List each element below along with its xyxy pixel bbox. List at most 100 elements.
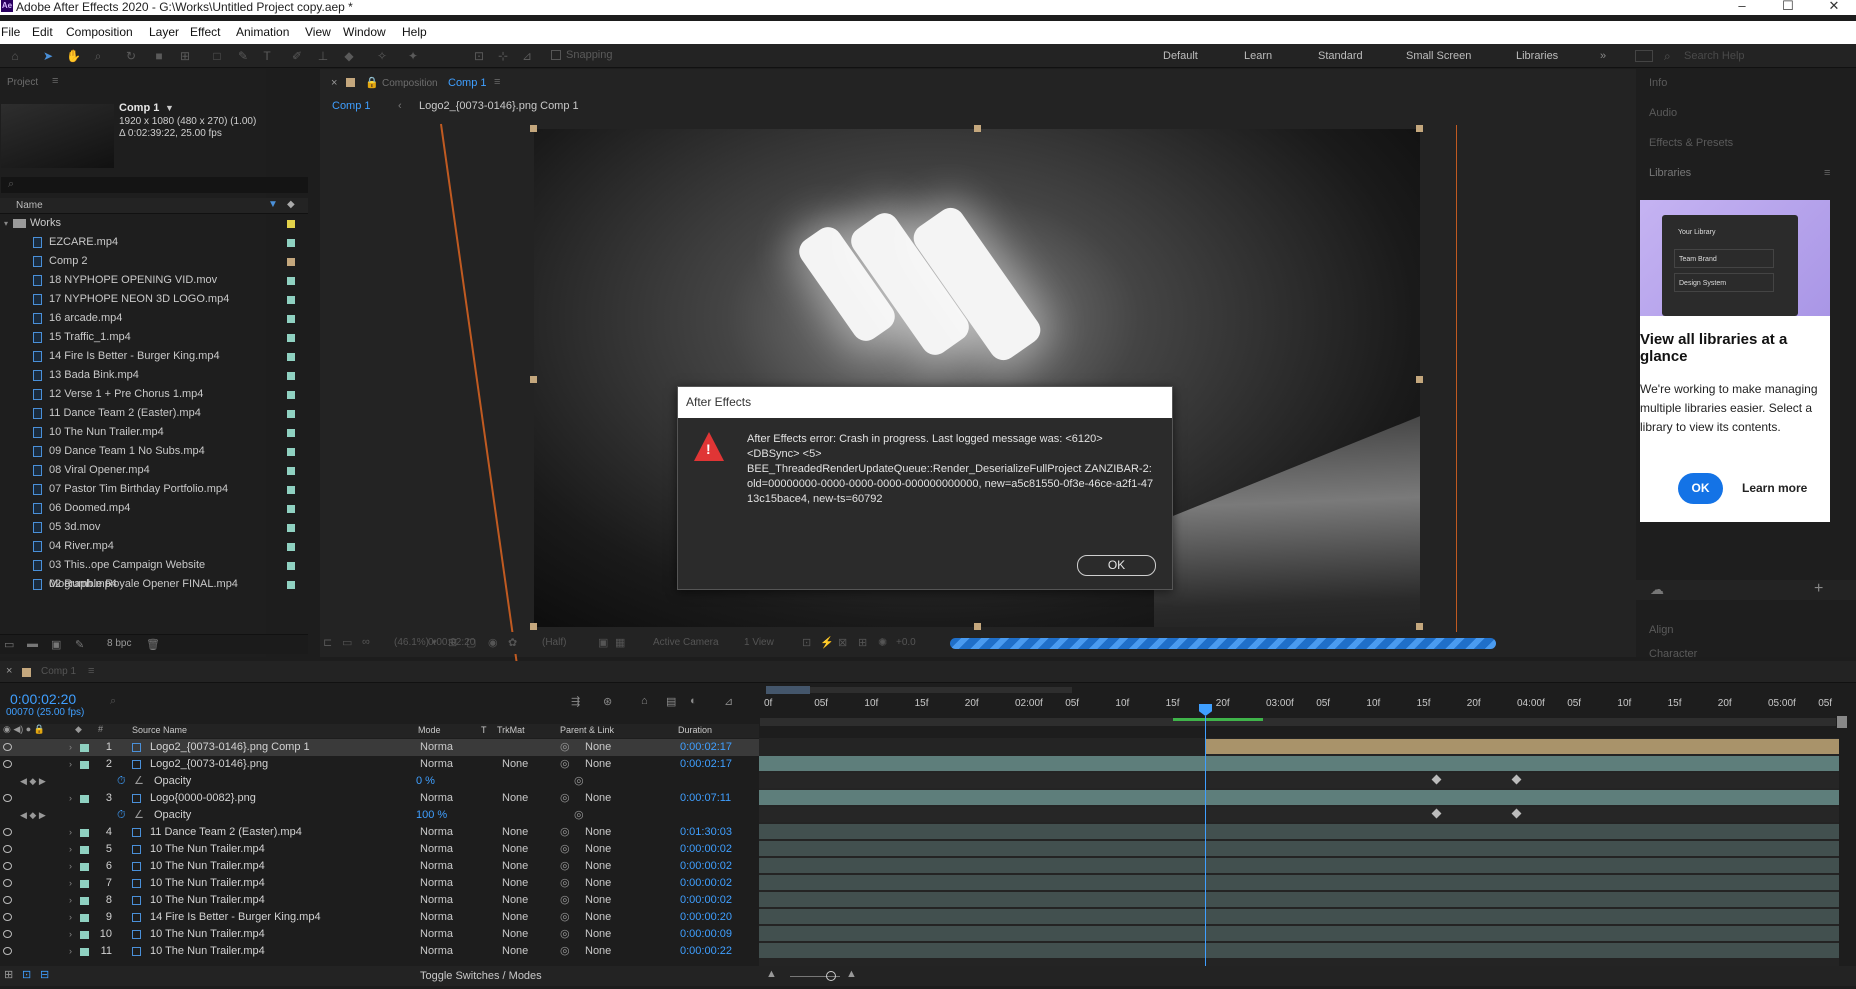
expression-pickwhip-icon[interactable]: ◎ [574,807,584,824]
panel-menu-icon[interactable]: ≡ [494,76,500,88]
parent-select[interactable]: None [585,841,611,858]
project-item[interactable]: 02 Rumble Royale Opener FINAL.mp4 [0,575,295,594]
dialog-ok-button[interactable]: OK [1077,555,1156,576]
time-ruler[interactable]: 0f 05f 10f 15f 20f 02:00f 05f 10f 15f 20f 03:00f 05… [760,683,1856,738]
composition-panel-name[interactable]: Comp 1 [448,77,487,89]
label-color-swatch[interactable] [287,562,295,570]
menu-animation[interactable]: Animation [236,25,289,39]
layer-row[interactable]: › 3 Logo{0000-0082}.png Norma None ◎ None 0:00:… [0,790,759,807]
graph-icon[interactable]: ∠ [134,773,144,790]
roto-brush-tool-icon[interactable]: ✧ [375,49,389,63]
layer-source-name[interactable]: 10 The Nun Trailer.mp4 [150,875,265,892]
mode-header[interactable]: Mode [418,725,441,735]
pickwhip-icon[interactable]: ◎ [560,824,570,841]
work-area-bar[interactable] [760,718,1836,726]
close-timeline-icon[interactable]: × [6,665,12,677]
visibility-eye-icon[interactable] [3,879,12,887]
local-axis-icon[interactable]: ⊡ [472,49,486,63]
label-color-swatch[interactable] [287,220,295,228]
project-item[interactable]: Comp 2 [0,252,295,271]
layer-duration[interactable]: 0:00:02:17 [680,756,732,773]
workspace-standard[interactable]: Standard [1318,50,1363,62]
menu-effect[interactable]: Effect [190,25,220,39]
property-value[interactable]: 100 % [416,807,447,824]
layer-label-swatch[interactable] [80,880,89,888]
parent-select[interactable]: None [585,875,611,892]
current-time[interactable]: 0:00:02:20 [10,691,76,707]
project-item[interactable]: 08 Viral Opener.mp4 [0,461,295,480]
new-folder-icon[interactable]: ▬ [27,638,38,650]
layer-bar[interactable] [759,790,1839,805]
brush-tool-icon[interactable]: ✐ [290,49,304,63]
home-icon[interactable]: ⌂ [8,49,22,63]
menu-layer[interactable]: Layer [149,25,179,39]
project-item[interactable]: 13 Bada Bink.mp4 [0,366,295,385]
camera-select[interactable]: Active Camera [653,637,719,648]
menu-composition[interactable]: Composition [66,25,133,39]
type-tool-icon[interactable]: T [260,49,274,63]
layer-source-name[interactable]: 10 The Nun Trailer.mp4 [150,943,265,960]
project-item[interactable]: 05 3d.mov [0,518,295,537]
workspace-learn[interactable]: Learn [1244,50,1272,62]
timeline-menu-icon[interactable]: ≡ [88,665,94,677]
pickwhip-icon[interactable]: ◎ [560,892,570,909]
expand-arrow-icon[interactable]: › [69,858,72,875]
name-column-header[interactable]: Name [16,200,43,211]
visibility-eye-icon[interactable] [3,760,12,768]
close-window-icon[interactable]: ✕ [1814,0,1854,14]
parent-select[interactable]: None [585,858,611,875]
layer-row[interactable]: › 11 10 The Nun Trailer.mp4 Norma None ◎ None 0… [0,943,759,960]
close-panel-icon[interactable]: × [331,77,337,89]
layer-source-name[interactable]: Logo2_{0073-0146}.png Comp 1 [150,739,310,756]
trkmat-select[interactable]: None [502,875,528,892]
motion-blur-icon[interactable]: ◐ [690,695,697,707]
project-item[interactable]: 14 Fire Is Better - Burger King.mp4 [0,347,295,366]
menu-file[interactable]: File [1,25,20,39]
effects-presets-panel-header[interactable]: Effects & Presets [1649,137,1733,149]
parent-select[interactable]: None [585,926,611,943]
property-track[interactable] [759,807,1839,822]
visibility-eye-icon[interactable] [3,845,12,853]
parent-link-header[interactable]: Parent & Link [560,725,614,735]
layer-duration[interactable]: 0:00:00:09 [680,926,732,943]
pickwhip-icon[interactable]: ◎ [560,790,570,807]
blend-mode-select[interactable]: Norma [420,875,453,892]
layer-handle[interactable] [1416,125,1423,132]
pickwhip-icon[interactable]: ◎ [560,909,570,926]
expand-arrow-icon[interactable]: › [69,909,72,926]
layer-label-swatch[interactable] [80,795,89,803]
zoom-level[interactable]: (46.1%) [394,637,429,648]
label-color-swatch[interactable] [287,410,295,418]
menu-edit[interactable]: Edit [32,25,53,39]
project-item[interactable]: EZCARE.mp4 [0,233,295,252]
label-color-swatch[interactable] [287,505,295,513]
layer-row[interactable]: › 7 10 The Nun Trailer.mp4 Norma None ◎ None 0:… [0,875,759,892]
layer-duration[interactable]: 0:00:07:11 [680,790,731,807]
layer-row[interactable]: › 6 10 The Nun Trailer.mp4 Norma None ◎ None 0:… [0,858,759,875]
layer-duration[interactable]: 0:00:00:02 [680,858,732,875]
layer-row[interactable]: › 5 10 The Nun Trailer.mp4 Norma None ◎ None 0:… [0,841,759,858]
layer-label-swatch[interactable] [80,829,89,837]
layer-number-header[interactable]: # [98,724,103,734]
character-panel-header[interactable]: Character [1649,648,1697,660]
zoom-in-icon[interactable]: ▲ [846,968,857,980]
toggle-pixel-aspect-icon[interactable]: ⊡ [802,636,811,649]
layer-duration[interactable]: 0:00:00:20 [680,909,732,926]
hand-tool-icon[interactable]: ✋ [66,49,81,63]
bit-depth-label[interactable]: 8 bpc [107,638,131,649]
menu-window[interactable]: Window [343,25,386,39]
layer-duration[interactable]: 0:00:00:22 [680,943,732,960]
folder-expand-icon[interactable]: ▾ [4,214,8,233]
blend-mode-select[interactable]: Norma [420,943,453,960]
learn-more-link[interactable]: Learn more [1742,481,1807,495]
trkmat-header[interactable]: TrkMat [497,725,525,735]
draft-3d-icon[interactable]: ⊛ [603,695,612,708]
visibility-eye-icon[interactable] [3,743,12,751]
layer-row[interactable]: › 2 Logo2_{0073-0146}.png Norma None ◎ None 0:0… [0,756,759,773]
layer-source-name[interactable]: 10 The Nun Trailer.mp4 [150,841,265,858]
label-color-swatch[interactable] [287,315,295,323]
expand-arrow-icon[interactable]: › [69,926,72,943]
project-search-input[interactable]: ⌕ [1,177,308,193]
blend-mode-select[interactable]: Norma [420,841,453,858]
property-track[interactable] [759,773,1839,788]
